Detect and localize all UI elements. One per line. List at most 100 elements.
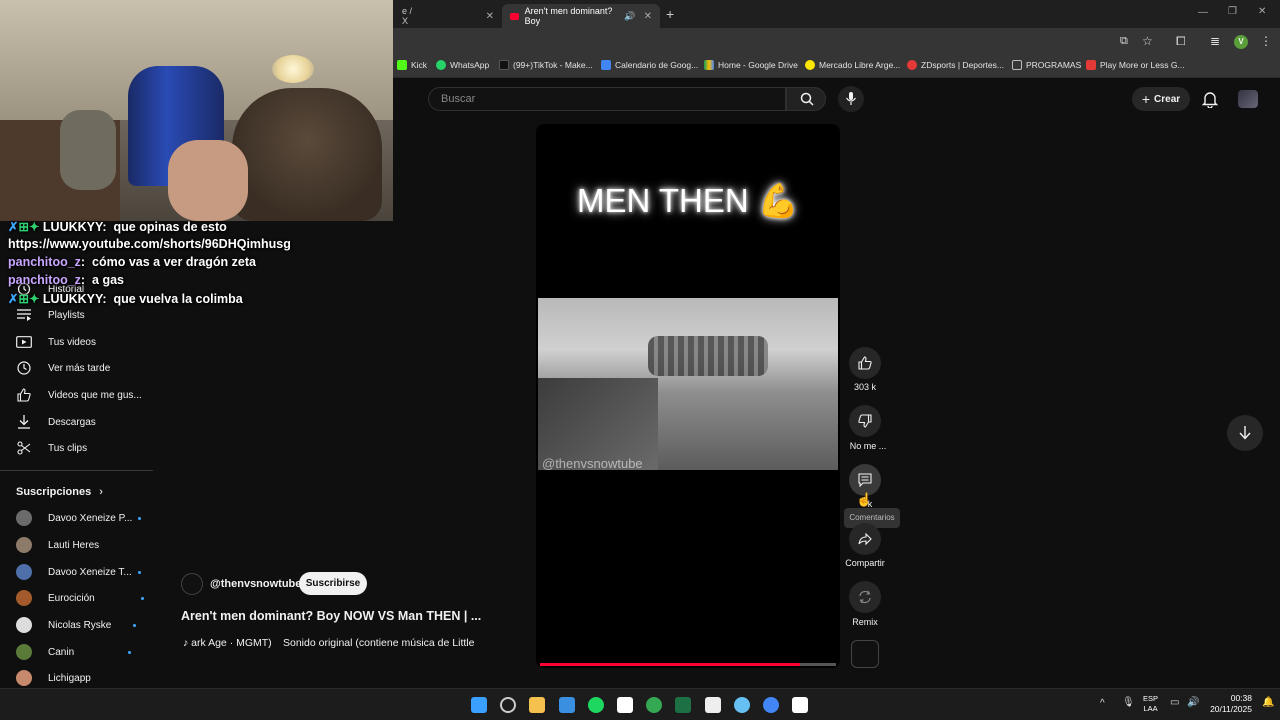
store-icon[interactable] (558, 697, 575, 713)
sidebar-item-label: Videos que me gus... (48, 389, 142, 401)
bookmark-kick[interactable]: Kick (397, 60, 427, 70)
spotify-icon[interactable] (587, 697, 604, 713)
bookmark-calendar[interactable]: Calendario de Goog... (601, 60, 698, 70)
star-icon[interactable]: ☆ (1142, 34, 1153, 48)
subscription-item[interactable]: Nicolas Ryske (16, 615, 137, 635)
file-explorer-icon[interactable] (529, 697, 546, 713)
subscription-item[interactable]: Lauti Heres (16, 535, 99, 555)
bookmark-zdsports[interactable]: ZDsports | Deportes... (907, 60, 1004, 70)
notifications-button[interactable] (1201, 90, 1219, 113)
clock[interactable]: 00:38 20/11/2025 (1208, 693, 1252, 715)
youtube-favicon-icon (510, 12, 519, 20)
volume-icon[interactable]: 🔊 (1187, 697, 1199, 708)
short-title[interactable]: Aren't men dominant? Boy NOW VS Man THEN… (181, 609, 481, 623)
video-watermark: @thenvsnowtube (542, 456, 643, 470)
avatar[interactable] (1238, 90, 1258, 108)
new-tab-button[interactable]: + (666, 6, 674, 22)
subscription-item[interactable]: Eurocición (16, 588, 144, 608)
sound-label[interactable]: Sonido original (contiene música de Litt… (283, 637, 474, 649)
channel-handle[interactable]: @thenvsnowtube (210, 578, 301, 590)
liked-icon (16, 387, 32, 403)
search-button[interactable] (786, 87, 826, 111)
close-window-icon[interactable]: ✕ (1258, 6, 1266, 17)
webcam-lamp (272, 55, 314, 83)
sidebar-item-your-videos[interactable]: Tus videos (16, 331, 96, 353)
menu-dots-icon[interactable]: ⋮ (1260, 34, 1272, 48)
search-icon[interactable] (500, 697, 517, 713)
webcam-hands (168, 140, 248, 221)
game-icon (1086, 60, 1096, 70)
sidebar-item-playlists[interactable]: Playlists (16, 304, 85, 326)
subscriptions-title: Suscripciones (16, 486, 92, 498)
tiktok-icon[interactable] (792, 697, 809, 713)
sidebar-item-watch-later[interactable]: Ver más tarde (16, 357, 110, 379)
bookmark-programas[interactable]: PROGRAMAS (1012, 60, 1081, 70)
close-tab-icon[interactable]: ✕ (486, 11, 494, 22)
share-label: Compartir (845, 558, 885, 568)
sidebar-item-clips[interactable]: Tus clips (16, 437, 87, 459)
excel-icon[interactable] (675, 697, 692, 713)
subscription-item[interactable]: Davoo Xeneize P... (16, 508, 142, 528)
bookmark-tiktok[interactable]: (99+)TikTok - Make... (499, 60, 593, 70)
progress-track[interactable] (540, 663, 836, 666)
language-code: ESP (1143, 694, 1159, 703)
share-icon (858, 533, 872, 545)
tray-chevron-icon[interactable]: ^ (1100, 698, 1105, 709)
network-icon[interactable]: ▭ (1170, 697, 1179, 708)
subscribe-button[interactable]: Suscribirse (299, 572, 367, 595)
minimize-icon[interactable]: — (1198, 7, 1208, 18)
sidebar-item-liked[interactable]: Videos que me gus... (16, 384, 142, 406)
sidebar-item-downloads[interactable]: Descargas (16, 411, 96, 433)
steam-icon[interactable] (733, 697, 750, 713)
close-tab-icon[interactable]: ✕ (644, 11, 652, 22)
bookmark-label: Mercado Libre Arge... (819, 60, 901, 70)
tab-youtube-short[interactable]: Aren't men dominant? Boy 🔊 ✕ (502, 4, 660, 28)
arrow-down-icon (1239, 426, 1251, 440)
music-credit[interactable]: ♪ ark Age · MGMT) (183, 637, 272, 649)
share-button[interactable] (849, 523, 881, 555)
chrome-icon[interactable] (646, 697, 663, 713)
cast-icon[interactable]: ⧉ (1120, 35, 1128, 48)
audio-playing-icon[interactable]: 🔊 (624, 11, 635, 22)
chrome-2-icon[interactable] (763, 697, 779, 713)
create-button[interactable]: + Crear (1132, 87, 1190, 111)
bookmark-drive[interactable]: Home - Google Drive (704, 60, 798, 70)
notification-center-icon[interactable]: 🔔 (1262, 697, 1274, 708)
progress-fill (540, 663, 801, 666)
maximize-icon[interactable]: ❐ (1228, 6, 1237, 17)
channel-avatar[interactable] (181, 573, 203, 595)
video-soldiers (648, 336, 768, 376)
remix-button[interactable] (849, 581, 881, 613)
tab-x[interactable]: e / X ✕ (394, 4, 502, 28)
sound-thumbnail[interactable] (851, 640, 879, 668)
like-button[interactable] (849, 347, 881, 379)
next-short-button[interactable] (1227, 415, 1263, 451)
bookmark-mercadolibre[interactable]: Mercado Libre Arge... (805, 60, 900, 70)
bell-icon (1201, 92, 1219, 109)
media-control-icon[interactable]: ≣ (1210, 34, 1220, 48)
profile-avatar[interactable]: V (1234, 35, 1248, 49)
subscription-item[interactable]: Lichigapp (16, 668, 91, 688)
windows-start-icon[interactable] (471, 697, 487, 713)
subscription-item[interactable]: Canin (16, 642, 132, 662)
epic-games-icon[interactable] (704, 697, 721, 713)
subscriptions-heading[interactable]: Suscripciones › (16, 486, 103, 498)
capcut-icon[interactable] (617, 697, 633, 713)
bookmark-playmoreorless[interactable]: Play More or Less G... (1086, 60, 1185, 70)
short-video-player[interactable]: MEN THEN 💪 @thenvsnowtube (536, 124, 840, 668)
mic-tray-icon[interactable]: 🎙 (1122, 697, 1135, 708)
search-input[interactable]: Buscar (428, 87, 786, 111)
chat-text: https://www.youtube.com/shorts/96DHQimhu… (8, 237, 291, 251)
bookmark-label: Play More or Less G... (1100, 60, 1185, 70)
extensions-icon[interactable]: ⧠ (1176, 34, 1186, 49)
language-indicator[interactable]: ESP LAA (1143, 694, 1158, 714)
cursor-hand-icon: ☝ (856, 492, 873, 507)
new-content-dot (137, 570, 141, 574)
channel-avatar (16, 590, 32, 606)
subscription-item[interactable]: Davoo Xeneize T... (16, 562, 141, 582)
kick-icon (397, 60, 407, 70)
bookmark-whatsapp[interactable]: WhatsApp (436, 60, 489, 70)
voice-search-button[interactable] (838, 86, 864, 112)
video-frame: @thenvsnowtube (538, 298, 838, 470)
dislike-button[interactable] (849, 405, 881, 437)
